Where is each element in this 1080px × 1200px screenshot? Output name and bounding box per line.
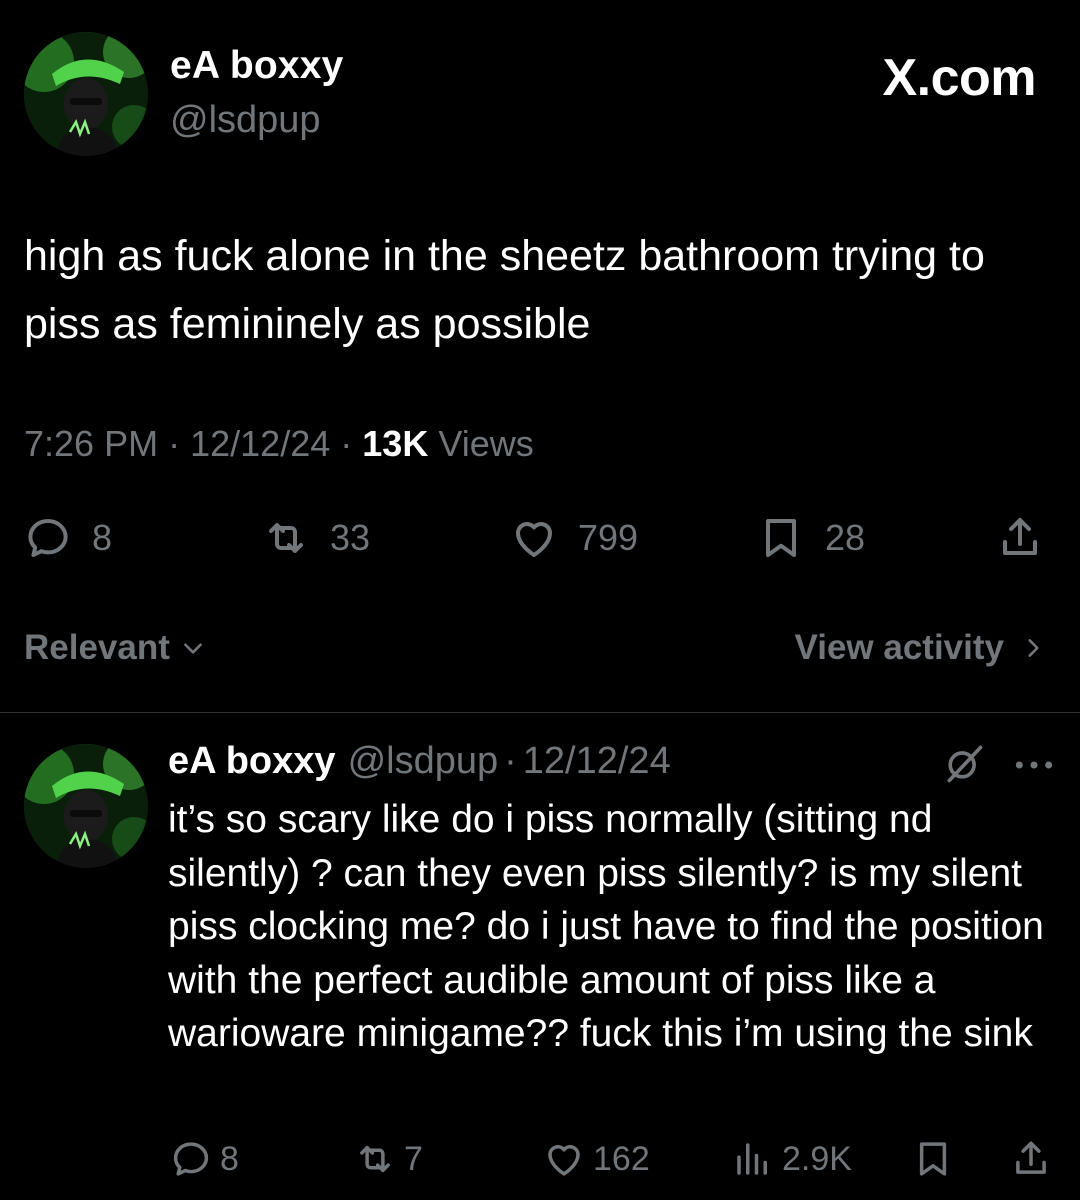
reply-bookmark-button[interactable]: [912, 1133, 954, 1185]
reply-repost-count: 7: [404, 1139, 423, 1178]
reply-author-avatar[interactable]: [24, 744, 148, 868]
reply-views-button[interactable]: 2.9K: [732, 1133, 852, 1185]
reply-icon: [173, 1142, 209, 1176]
views-count: 13K: [362, 423, 429, 464]
reply-author-name[interactable]: eA boxxy: [168, 740, 336, 783]
author-avatar[interactable]: [24, 32, 148, 156]
more-icon[interactable]: [1012, 750, 1056, 780]
repost-count: 33: [330, 517, 371, 558]
reply-repost-button[interactable]: 7: [354, 1133, 423, 1185]
author-handle[interactable]: @lsdpup: [170, 99, 321, 142]
like-count: 799: [578, 517, 639, 558]
reply-text: it’s so scary like do i piss normally (s…: [168, 798, 1044, 1055]
bookmark-button[interactable]: 28: [757, 510, 865, 566]
reply-date[interactable]: 12/12/24: [523, 740, 671, 783]
share-icon: [1016, 1141, 1046, 1174]
grok-icon[interactable]: [942, 742, 986, 786]
views-icon: [737, 1143, 767, 1175]
like-button[interactable]: 799: [510, 510, 638, 566]
reply-reply-button[interactable]: 8: [170, 1133, 239, 1185]
reply-like-count: 162: [593, 1139, 650, 1178]
avatar-image: [24, 744, 148, 868]
meta-separator: ·: [340, 423, 353, 464]
tweet-text: high as fuck alone in the sheetz bathroo…: [24, 232, 985, 348]
sort-label: Relevant: [24, 628, 170, 667]
sort-replies-dropdown[interactable]: Relevant: [24, 628, 206, 668]
share-button[interactable]: [996, 510, 1044, 566]
reply-header: eA boxxy @lsdpup · 12/12/24: [168, 740, 671, 783]
bookmark-count: 28: [825, 517, 866, 558]
repost-button[interactable]: 33: [262, 510, 370, 566]
bookmark-icon: [919, 1142, 947, 1176]
reply-count: 8: [92, 517, 113, 558]
tweet-date[interactable]: 12/12/24: [190, 423, 330, 464]
divider: [0, 712, 1080, 713]
chevron-right-icon: [1028, 639, 1039, 657]
repost-icon: [360, 1145, 390, 1173]
reply-icon: [28, 519, 68, 557]
view-activity-link[interactable]: View activity: [795, 628, 1046, 668]
reply-views-count: 2.9K: [782, 1139, 852, 1178]
like-icon: [548, 1145, 580, 1176]
like-icon: [516, 522, 552, 557]
reply-like-button[interactable]: 162: [543, 1133, 650, 1185]
tweet-time[interactable]: 7:26 PM: [24, 423, 158, 464]
view-activity-label: View activity: [794, 628, 1004, 667]
avatar-image: [24, 32, 148, 156]
meta-separator: ·: [168, 423, 181, 464]
reply-button[interactable]: 8: [24, 510, 112, 566]
repost-icon: [269, 523, 303, 553]
share-icon: [1003, 518, 1037, 555]
x-com-watermark: X.com: [882, 49, 1036, 107]
tweet-meta: 7:26 PM · 12/12/24 · 13K Views: [24, 423, 534, 465]
author-name[interactable]: eA boxxy: [170, 44, 344, 88]
reply-reply-count: 8: [220, 1139, 239, 1178]
reply-share-button[interactable]: [1010, 1133, 1052, 1185]
chevron-down-icon: [184, 643, 202, 654]
reply-author-handle[interactable]: @lsdpup: [348, 740, 499, 783]
bookmark-icon: [766, 519, 796, 557]
views-label: Views: [438, 423, 534, 464]
reply-separator: ·: [504, 740, 517, 782]
